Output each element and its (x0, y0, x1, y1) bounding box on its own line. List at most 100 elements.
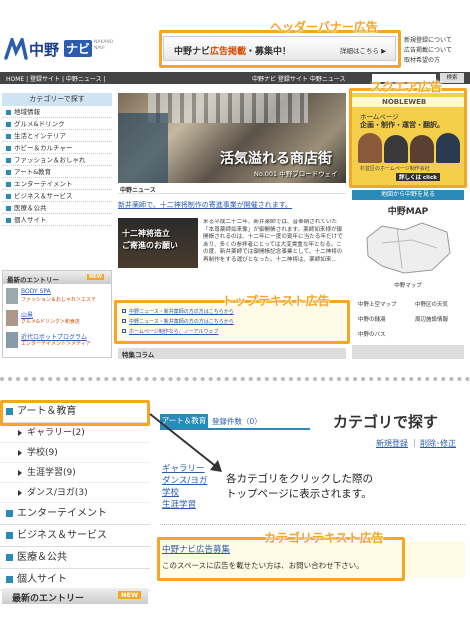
sidebar-item-label: 個人サイト (14, 216, 47, 224)
sidebar-item-living[interactable]: 生活とインテリア (2, 130, 112, 142)
callout-menu-highlight-box (0, 400, 150, 426)
bullet-icon (6, 217, 11, 223)
map-link-aerial[interactable]: 中野上空マップ (358, 300, 397, 308)
callout-category-text-label: カテゴリテキスト広告 (264, 531, 384, 545)
entry-thumb (6, 310, 18, 326)
category-divider (160, 524, 465, 525)
news-headline-link[interactable]: 新井薬師で、十二神将制作の寄進事業が開催されます。 (118, 200, 292, 210)
news-body: 来る平成二十二年、新井薬師では、昔奉納されていた「本尊薬師如来像」が御開帳されま… (203, 219, 343, 263)
category-new-entries-title: 最新のエントリー (12, 594, 85, 604)
delete-edit-link[interactable]: 削除･修正 (420, 438, 456, 449)
bullet-icon (6, 205, 11, 211)
new-entries-box: 最新のエントリー NEW BODY SPA ファッション＆おしゃれ＞エステ 山景… (2, 270, 112, 358)
menu-item-entertainment[interactable]: エンターテイメント (0, 503, 150, 525)
map-caption: 中野マップ (394, 283, 422, 289)
entry-category[interactable]: ファッション＆おしゃれ＞エステ (21, 296, 96, 303)
bullet-icon (6, 553, 13, 561)
sidebar-item-label: グルメ&ドリンク (14, 120, 65, 128)
shop-left (118, 113, 168, 183)
bullet-icon (6, 575, 13, 583)
header-link-interview[interactable]: 取材希望の方 (404, 56, 468, 66)
sub-link-school[interactable]: 学校 (162, 486, 179, 498)
category-page-screenshot: アート＆教育 ギャラリー(2) 学校(9) 生涯学習(9) ダンス/ヨガ(3) … (0, 396, 470, 623)
menu-item-medical[interactable]: 医療＆公共 (0, 547, 150, 569)
sidebar-item-label: ホビー＆カルチャー (14, 144, 73, 152)
sidebar-item-business[interactable]: ビジネス＆サービス (2, 190, 112, 202)
entry-category[interactable]: エンターテイメント＞メディア (21, 340, 91, 347)
sub-link-lifelong[interactable]: 生涯学習 (162, 498, 196, 510)
new-register-link[interactable]: 新規登録 (376, 438, 408, 449)
header-link-ads[interactable]: 広告掲載について (404, 46, 468, 56)
search-button[interactable]: 検索 (440, 73, 464, 83)
sidebar-item-gourmet[interactable]: グルメ&ドリンク (2, 118, 112, 130)
link-separator: | (413, 438, 416, 447)
bullet-icon (6, 509, 13, 517)
logo-mark-icon (4, 38, 28, 60)
feature-column-header: 特集コラム (118, 348, 346, 359)
hero-subtext: No.001 中野ブロードウェイ (254, 170, 338, 178)
sidebar: カテゴリーで探す 地域情報 グルメ&ドリンク 生活とインテリア ホビー＆カルチャ… (2, 93, 112, 226)
nav-right-links[interactable]: 中野ナビ 登録サイト 中野ニュース (252, 74, 346, 83)
menu-subitem-dance[interactable]: ダンス/ヨガ(3) (0, 483, 150, 503)
header-right-links: 新規登録について 広告掲載について 取材希望の方 (404, 36, 468, 66)
new-badge: NEW (87, 274, 105, 280)
callout-square-label: スクエア広告 (370, 80, 443, 94)
sidebar-item-personal[interactable]: 個人サイト (2, 214, 112, 226)
sidebar-item-label: 医療＆公共 (14, 204, 47, 212)
site-logo[interactable]: 中野 ナビ NAKANO NAVI (4, 36, 114, 64)
menu-subitem-school[interactable]: 学校(9) (0, 443, 150, 463)
map-header: 地図から中野を見る (352, 190, 464, 200)
map-link-facilities[interactable]: 周辺施設情報 (415, 315, 448, 323)
pointer-arrow-icon (149, 413, 222, 472)
header-link-register[interactable]: 新規登録について (404, 36, 468, 46)
map-link-bath[interactable]: 中野の銭湯 (358, 315, 386, 323)
sidebar-item-medical[interactable]: 医療＆公共 (2, 202, 112, 214)
map-shape-icon (366, 222, 451, 274)
menu-subitem-lifelong[interactable]: 生涯学習(9) (0, 463, 150, 483)
entry-title-link[interactable]: BODY SPA (21, 288, 51, 295)
sidebar-item-label: 生活とインテリア (14, 132, 66, 140)
category-new-entries-header: 最新のエントリー NEW (2, 588, 148, 604)
bullet-icon (6, 193, 11, 199)
bullet-icon (6, 531, 13, 539)
triangle-icon (18, 469, 22, 476)
map-title: 中野MAP (387, 207, 429, 217)
callout-header-banner-box (159, 30, 401, 68)
entry-category[interactable]: グルメ&ドリンク＞和食店 (21, 318, 80, 325)
hero-photo[interactable]: 活気溢れる商店街 No.001 中野ブロードウェイ (118, 93, 346, 183)
sidebar-item-art[interactable]: アート&教育 (2, 166, 112, 178)
sidebar-item-entertainment[interactable]: エンターテイメント (2, 178, 112, 190)
sidebar-item-label: ファッション＆おしゃれ (14, 156, 86, 164)
sidebar-item-label: アート&教育 (14, 168, 52, 176)
nav-left-links[interactable]: HOME | 登録サイト | 中野ニュース | (6, 74, 106, 83)
sidebar-title: カテゴリーで探す (2, 93, 112, 106)
top-page-screenshot: 中野 ナビ NAKANO NAVI 中野ナビ広告掲載・募集中！ 詳細はこちら ▶… (0, 0, 470, 372)
sidebar-item-area[interactable]: 地域情報 (2, 106, 112, 118)
logo-badge: ナビ (64, 40, 93, 57)
map-image[interactable] (362, 218, 454, 278)
explanation-text: 各カテゴリをクリックした際の トップページに表示されます。 (226, 473, 373, 500)
triangle-icon (18, 489, 22, 496)
sidebar-item-fashion[interactable]: ファッション＆おしゃれ (2, 154, 112, 166)
bullet-icon (6, 145, 11, 151)
sidebar-item-label: ビジネス＆サービス (14, 192, 73, 200)
category-new-badge: NEW (118, 591, 142, 599)
menu-item-business[interactable]: ビジネス＆サービス (0, 525, 150, 547)
arcade-ceiling (148, 93, 308, 123)
bullet-icon (6, 169, 11, 175)
triangle-icon (18, 449, 22, 456)
menu-subitem-gallery[interactable]: ギャラリー(2) (0, 423, 150, 443)
bullet-icon (6, 121, 11, 127)
thumb-text: 十二神将造立 ご寄進のお願い (122, 229, 178, 250)
logo-sub-text: NAKANO NAVI (94, 40, 114, 51)
news-thumbnail[interactable]: 十二神将造立 ご寄進のお願い (118, 218, 198, 268)
callout-top-text-label: トップテキスト広告 (222, 294, 330, 308)
sidebar-item-hobby[interactable]: ホビー＆カルチャー (2, 142, 112, 154)
entry-thumb (6, 288, 18, 304)
bullet-icon (6, 157, 11, 163)
map-link-weather[interactable]: 中野区の天気 (415, 300, 448, 308)
logo-main-text: 中野 (29, 41, 60, 59)
map-link-bus[interactable]: 中野のバス (358, 330, 386, 338)
hero-text: 活気溢れる商店街 (220, 151, 332, 167)
sidebar-item-label: 地域情報 (14, 108, 40, 116)
